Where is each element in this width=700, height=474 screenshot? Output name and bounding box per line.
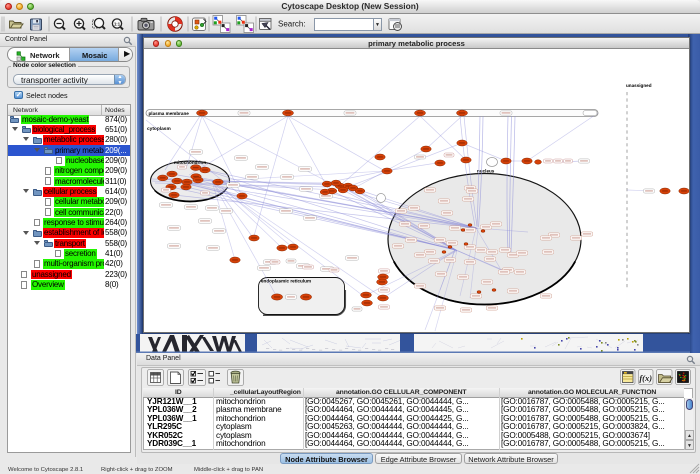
svg-text:endoplasmic reticulum: endoplasmic reticulum: [261, 279, 311, 284]
svg-text:unassigned: unassigned: [626, 83, 652, 88]
svg-text:nucleus: nucleus: [477, 169, 495, 174]
svg-text:cytoplasm: cytoplasm: [147, 126, 171, 132]
svg-text:f(x): f(x): [639, 373, 652, 383]
svg-text:1:1: 1:1: [114, 21, 121, 26]
svg-text:Search:: Search:: [278, 19, 306, 28]
svg-text:plasma membrane: plasma membrane: [149, 111, 190, 116]
